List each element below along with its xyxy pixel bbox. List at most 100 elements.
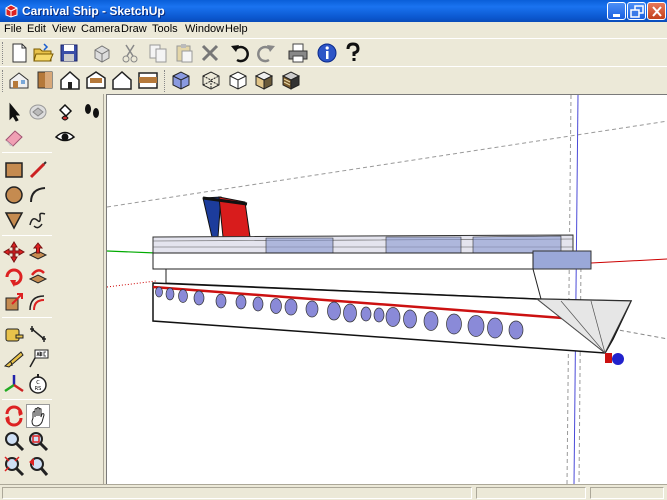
title-bar: Carnival Ship - SketchUp [0,0,667,22]
make-component-button[interactable] [90,41,114,65]
model-canvas[interactable] [107,95,667,484]
dimension-icon [30,326,46,342]
new-button[interactable] [7,41,31,65]
rotate-icon [5,268,23,287]
follow-me-button[interactable] [26,265,50,289]
circle-button[interactable] [2,183,26,207]
axes-button[interactable] [2,372,26,396]
zoom-extents-button[interactable] [2,454,26,478]
zoom-window-button[interactable] [26,429,50,453]
menu-help[interactable]: Help [225,23,248,35]
restore-icon [630,5,644,18]
print-button[interactable] [286,41,310,65]
tools-toolbar: C RS [0,94,104,484]
paste-button[interactable] [172,41,196,65]
toolbar-separator [2,235,52,236]
close-button[interactable] [647,2,666,20]
scale-icon [5,293,23,311]
model-info-icon [317,43,337,63]
menu-file[interactable]: File [4,23,22,35]
save-icon [60,44,78,62]
select-button[interactable] [2,100,26,124]
guide-line-bottom [612,328,667,340]
new-icon [12,43,27,63]
back-view-icon [112,70,132,90]
top-view-button[interactable] [33,68,57,92]
toolbar-grip[interactable] [2,70,5,92]
text-button[interactable] [26,347,50,371]
left-view-button[interactable] [136,68,160,92]
sketchup-app-icon[interactable] [4,3,19,18]
shaded-button[interactable] [252,68,276,92]
deck-windows [265,235,562,254]
component-button[interactable] [26,100,50,124]
minimize-button[interactable] [607,2,626,20]
wireframe-button[interactable] [199,68,223,92]
xray-button[interactable] [169,68,193,92]
axes-icon [4,375,24,393]
back-view-button[interactable] [110,68,134,92]
polygon-button[interactable] [2,208,26,232]
paint-bucket-button[interactable] [53,100,77,124]
toolbar-grip[interactable] [2,42,5,64]
guide-line-vertical-2 [578,260,582,484]
save-button[interactable] [57,41,81,65]
arc-icon [30,187,46,203]
maximize-button[interactable] [627,2,646,20]
erase-button[interactable] [198,41,222,65]
move-button[interactable] [2,240,26,264]
pan-button[interactable] [26,404,50,428]
zoom-button[interactable] [2,429,26,453]
hidden-line-button[interactable] [226,68,250,92]
orbit-button[interactable] [2,404,26,428]
look-around-button[interactable] [53,125,77,149]
line-button[interactable] [26,158,50,182]
blue-axis [573,95,579,484]
menu-window[interactable]: Window [185,23,224,35]
rotate-button[interactable] [2,265,26,289]
sketchup-window: Carnival Ship - SketchUp File Edit View … [0,0,667,500]
copy-button[interactable] [146,41,170,65]
undo-button[interactable] [228,41,252,65]
red-axis-solid [590,258,667,264]
redo-button[interactable] [254,41,278,65]
help-button[interactable] [341,41,365,65]
3d-text-button[interactable]: C RS [26,372,50,396]
status-bar [0,484,667,500]
menu-tools[interactable]: Tools [152,23,178,35]
zoom-icon [5,432,25,452]
iso-view-button[interactable] [7,68,31,92]
previous-button[interactable] [26,454,50,478]
shaded-textures-button[interactable] [279,68,303,92]
rectangle-button[interactable] [2,158,26,182]
value-control-box[interactable] [590,487,664,499]
menu-camera[interactable]: Camera [81,23,120,35]
cut-button[interactable] [118,41,142,65]
menu-draw[interactable]: Draw [121,23,147,35]
bow-marker [605,353,612,363]
protractor-button[interactable] [2,347,26,371]
model-info-button[interactable] [315,41,339,65]
scale-button[interactable] [2,290,26,314]
arc-button[interactable] [26,183,50,207]
eraser-button[interactable] [2,125,26,149]
dimension-button[interactable] [26,322,50,346]
walk-button[interactable] [80,100,104,124]
drawing-viewport[interactable] [106,94,667,484]
right-view-icon [86,71,106,89]
push-pull-button[interactable] [26,240,50,264]
front-view-button[interactable] [58,68,82,92]
shaded-icon [254,71,274,90]
menu-view[interactable]: View [52,23,76,35]
freehand-button[interactable] [26,208,50,232]
menu-edit[interactable]: Edit [27,23,46,35]
tape-measure-button[interactable] [2,322,26,346]
tape-measure-icon [5,328,24,342]
toolbar-grip[interactable] [164,70,167,92]
open-button[interactable] [31,41,55,65]
orbit-icon [5,405,23,427]
wireframe-icon [202,71,220,90]
right-view-button[interactable] [84,68,108,92]
close-icon [652,6,662,17]
offset-button[interactable] [26,290,50,314]
